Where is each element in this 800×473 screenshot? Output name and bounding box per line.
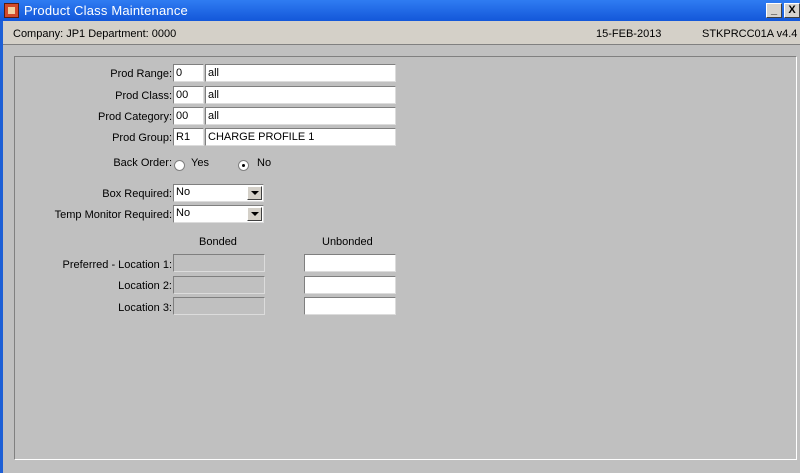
chevron-down-icon[interactable] [247,207,262,221]
box-required-label: Box Required: [102,188,172,200]
location-2-bonded-field [173,276,265,294]
back-order-no-label: No [257,157,272,169]
prod-category-desc-field[interactable]: all [205,107,396,125]
current-date: 15-FEB-2013 [596,28,662,40]
temp-monitor-value: No [176,207,191,219]
prod-class-code-field[interactable]: 00 [173,86,204,104]
location-3-bonded-field [173,297,265,315]
title-bar: Product Class Maintenance _ X [0,0,800,21]
location-2-label: Location 2: [118,280,172,292]
prod-group-label: Prod Group: [112,132,172,144]
temp-monitor-select[interactable]: No [173,205,264,223]
back-order-label: Back Order: [113,157,172,169]
back-order-yes-radio[interactable] [174,160,185,171]
app-icon[interactable] [4,3,19,18]
prod-category-code-field[interactable]: 00 [173,107,204,125]
window-title: Product Class Maintenance [24,3,188,18]
info-bar: Company: JP1 Department: 0000 15-FEB-201… [3,21,800,45]
prod-range-code-field[interactable]: 0 [173,64,204,82]
back-order-yes-label: Yes [191,157,209,169]
prod-category-label: Prod Category: [98,111,172,123]
location-1-unbonded-field[interactable] [304,254,396,272]
client-area: Company: JP1 Department: 0000 15-FEB-201… [3,21,800,473]
prod-class-label: Prod Class: [115,90,172,102]
temp-monitor-label: Temp Monitor Required: [54,209,172,221]
prod-range-label: Prod Range: [110,68,172,80]
prod-group-desc-field[interactable]: CHARGE PROFILE 1 [205,128,396,146]
back-order-no-radio[interactable] [238,160,249,171]
box-required-value: No [176,186,191,198]
minimize-button[interactable]: _ [766,3,782,18]
prod-range-desc-field[interactable]: all [205,64,396,82]
box-required-select[interactable]: No [173,184,264,202]
unbonded-header: Unbonded [322,236,373,248]
location-2-unbonded-field[interactable] [304,276,396,294]
program-version: STKPRCC01A v4.4 [702,28,798,40]
prod-group-code-field[interactable]: R1 [173,128,204,146]
location-3-unbonded-field[interactable] [304,297,396,315]
chevron-down-icon[interactable] [247,186,262,200]
close-button[interactable]: X [784,3,800,18]
bonded-header: Bonded [199,236,237,248]
company-department: Company: JP1 Department: 0000 [13,28,177,40]
location-3-label: Location 3: [118,302,172,314]
location-1-bonded-field [173,254,265,272]
prod-class-desc-field[interactable]: all [205,86,396,104]
location-1-label: Preferred - Location 1: [62,259,172,271]
